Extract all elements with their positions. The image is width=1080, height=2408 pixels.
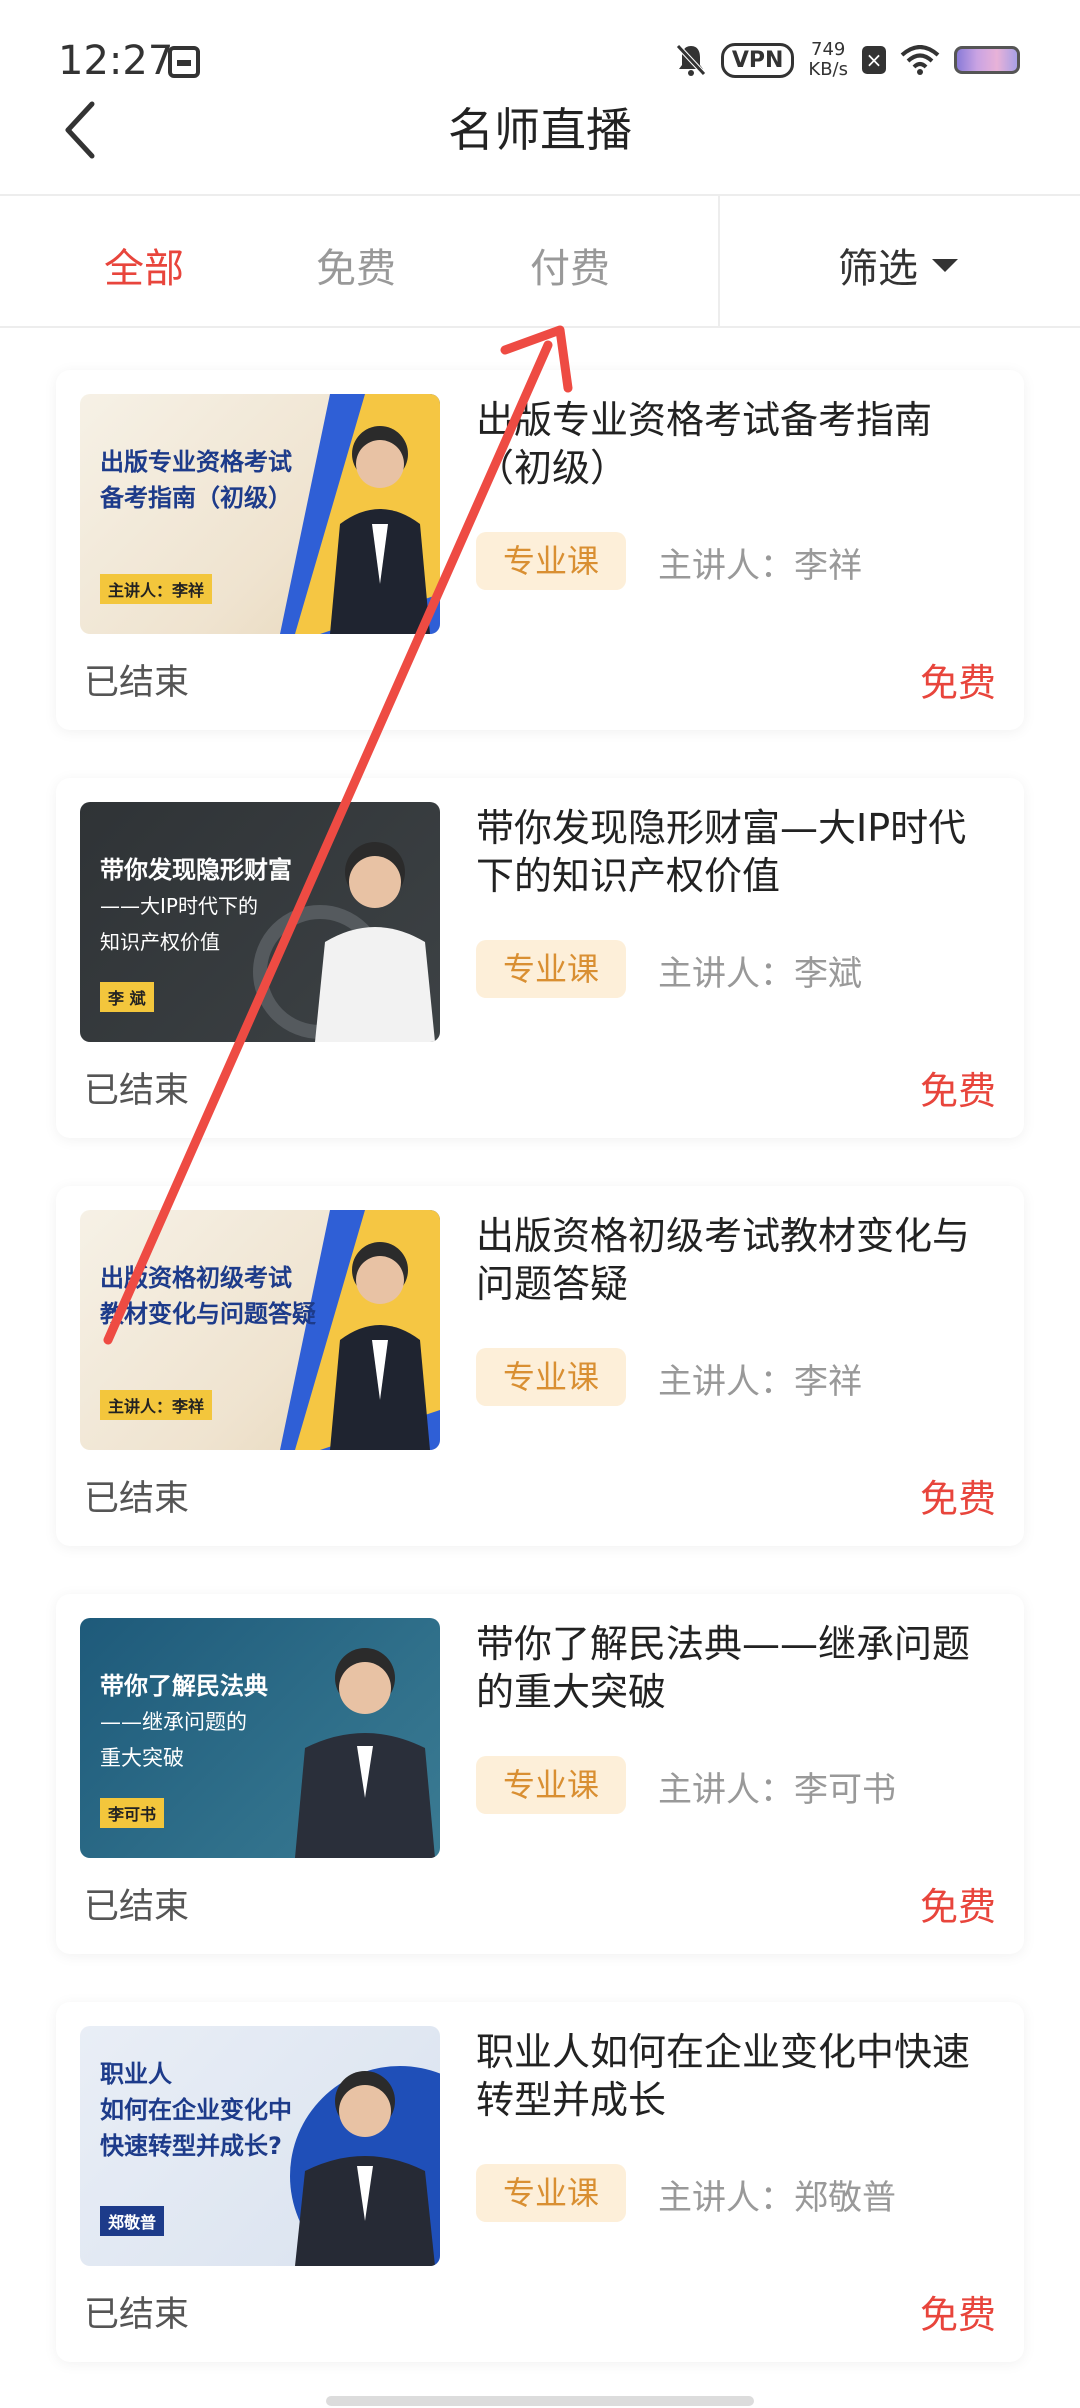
speed-unit: KB/s xyxy=(808,59,848,80)
course-card[interactable]: 带你了解民法典 ——继承问题的 重大突破 李可书 带你了解民法典——继承问题的重… xyxy=(56,1594,1024,1954)
battery-icon xyxy=(954,46,1020,74)
tab-divider xyxy=(718,196,720,328)
page-title: 名师直播 xyxy=(448,103,632,157)
course-title: 出版专业资格考试备考指南（初级） xyxy=(476,398,933,490)
course-price: 免费 xyxy=(919,1069,996,1113)
course-tag: 专业课 xyxy=(476,940,626,998)
save-notification-icon xyxy=(168,46,200,78)
course-host: 主讲人：郑敬普 xyxy=(658,2178,896,2218)
course-title: 出版资格初级考试教材变化与问题答疑 xyxy=(476,1214,971,1306)
course-price: 免费 xyxy=(919,1885,996,1929)
thumbnail-presenter-label: 主讲人：李祥 xyxy=(100,1390,213,1420)
thumbnail-title: 带你了解民法典 ——继承问题的 重大突破 xyxy=(100,1672,268,1770)
course-title: 带你了解民法典——继承问题的重大突破 xyxy=(476,1622,971,1714)
status-time: 12:27 xyxy=(58,38,174,84)
thumbnail-title: 出版资格初级考试 教材变化与问题答疑 xyxy=(100,1264,316,1328)
course-price: 免费 xyxy=(919,2293,996,2337)
course-status: 已结束 xyxy=(84,663,190,703)
status-bar: 12:27 VPN 749 KB/s × xyxy=(0,0,1080,100)
course-thumbnail: 职业人 如何在企业变化中 快速转型并成长? 郑敬普 xyxy=(80,2026,440,2266)
status-icons: VPN 749 KB/s × xyxy=(675,40,1020,80)
tab-all[interactable]: 全部 xyxy=(104,236,184,294)
course-card[interactable]: 出版专业资格考试 备考指南（初级） 主讲人：李祥 出版专业资格考试备考指南（初级… xyxy=(56,370,1024,730)
course-card[interactable]: 带你发现隐形财富 ——大IP时代下的 知识产权价值 李 斌 带你发现隐形财富—大… xyxy=(56,778,1024,1138)
course-status: 已结束 xyxy=(84,1071,190,1111)
course-host: 主讲人：李可书 xyxy=(658,1770,896,1810)
course-title: 职业人如何在企业变化中快速转型并成长 xyxy=(476,2030,971,2122)
thumbnail-title: 带你发现隐形财富 ——大IP时代下的 知识产权价值 xyxy=(100,856,292,954)
course-status: 已结束 xyxy=(84,2295,190,2335)
course-tag: 专业课 xyxy=(476,532,626,590)
course-tag: 专业课 xyxy=(476,1348,626,1406)
filter-tabs: 全部 免费 付费 筛选 xyxy=(0,194,1080,328)
thumbnail-presenter-label: 主讲人：李祥 xyxy=(100,574,213,604)
course-thumbnail: 出版资格初级考试 教材变化与问题答疑 主讲人：李祥 xyxy=(80,1210,440,1450)
course-host: 主讲人：李斌 xyxy=(658,954,862,994)
course-card[interactable]: 职业人 如何在企业变化中 快速转型并成长? 郑敬普 职业人如何在企业变化中快速转… xyxy=(56,2002,1024,2362)
course-thumbnail: 带你发现隐形财富 ——大IP时代下的 知识产权价值 李 斌 xyxy=(80,802,440,1042)
network-speed: 749 KB/s xyxy=(808,40,848,80)
course-thumbnail: 出版专业资格考试 备考指南（初级） 主讲人：李祥 xyxy=(80,394,440,634)
thumbnail-presenter-label: 李 斌 xyxy=(100,982,154,1012)
course-status: 已结束 xyxy=(84,1887,190,1927)
wifi-icon xyxy=(900,45,940,75)
course-status: 已结束 xyxy=(84,1479,190,1519)
thumbnail-title: 职业人 如何在企业变化中 快速转型并成长? xyxy=(100,2060,292,2160)
course-card[interactable]: 出版资格初级考试 教材变化与问题答疑 主讲人：李祥 出版资格初级考试教材变化与问… xyxy=(56,1186,1024,1546)
caret-down-icon xyxy=(932,258,958,272)
filter-label: 筛选 xyxy=(838,246,918,292)
course-host: 主讲人：李祥 xyxy=(658,546,862,586)
course-tag: 专业课 xyxy=(476,1756,626,1814)
speed-value: 749 xyxy=(811,39,846,60)
course-price: 免费 xyxy=(919,661,996,705)
home-indicator[interactable] xyxy=(326,2396,754,2406)
course-title: 带你发现隐形财富—大IP时代下的知识产权价值 xyxy=(476,806,967,898)
filter-dropdown[interactable]: 筛选 xyxy=(838,236,958,294)
tab-free[interactable]: 免费 xyxy=(316,236,396,294)
course-host: 主讲人：李祥 xyxy=(658,1362,862,1402)
tab-paid[interactable]: 付费 xyxy=(530,236,610,294)
vpn-icon: VPN xyxy=(720,42,795,78)
thumbnail-title: 出版专业资格考试 备考指南（初级） xyxy=(100,448,292,512)
bell-muted-icon xyxy=(675,44,706,76)
course-tag: 专业课 xyxy=(476,2164,626,2222)
thumbnail-presenter-label: 李可书 xyxy=(100,1798,165,1828)
app-notification-icon: × xyxy=(862,46,886,74)
course-thumbnail: 带你了解民法典 ——继承问题的 重大突破 李可书 xyxy=(80,1618,440,1858)
thumbnail-presenter-label: 郑敬普 xyxy=(100,2206,165,2236)
course-price: 免费 xyxy=(919,1477,996,1521)
